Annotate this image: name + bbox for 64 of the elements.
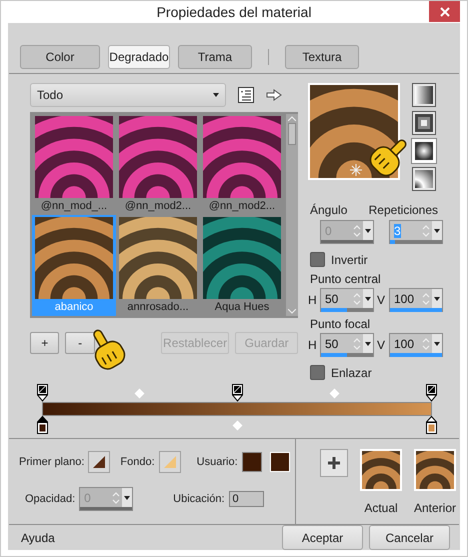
field-label: Ángulo	[310, 203, 348, 217]
plus-icon	[327, 456, 341, 470]
close-button[interactable]	[429, 1, 460, 22]
field-label: Fondo:	[120, 456, 155, 468]
field-label: Repeticiones	[368, 203, 438, 217]
axis-label: H	[308, 293, 317, 307]
tab[interactable]: Degradado	[108, 45, 170, 69]
arrow-right-icon[interactable]	[266, 89, 282, 101]
opacity-stop-icon[interactable]	[232, 384, 242, 402]
tab[interactable]: Textura	[285, 45, 359, 69]
opacity-stop-icon[interactable]	[37, 384, 48, 402]
dialog-button[interactable]: Cancelar	[369, 525, 450, 550]
axis-label: H	[308, 338, 317, 352]
midpoint-marker[interactable]	[329, 388, 340, 398]
opacity-stop-icon[interactable]	[426, 384, 437, 402]
caret-icon	[213, 93, 219, 97]
category-dropdown[interactable]: Todo	[30, 83, 226, 107]
gradient-style-button[interactable]	[412, 167, 436, 191]
field-label: Punto central	[309, 272, 382, 286]
scrollbar[interactable]	[286, 114, 298, 316]
gradient-item[interactable]: @nn_mod2...	[116, 114, 200, 215]
midpoint-marker[interactable]	[134, 388, 145, 398]
color-swatch[interactable]	[242, 452, 262, 472]
field-label: Usuario:	[196, 456, 238, 468]
list-view-icon[interactable]	[238, 87, 254, 103]
close-icon	[440, 6, 450, 16]
help-link[interactable]: Ayuda	[21, 530, 276, 544]
checkbox[interactable]	[310, 252, 325, 267]
gradient-item[interactable]: Aqua Hues	[200, 215, 284, 316]
number-spinner[interactable]: 100	[389, 333, 443, 357]
number-spinner[interactable]: 100	[389, 288, 443, 312]
checkbox[interactable]	[310, 365, 325, 380]
tab[interactable]: Color	[20, 45, 100, 69]
tab[interactable]: Trama	[178, 45, 252, 69]
background-swatch[interactable]	[158, 451, 181, 473]
preview-label: Actual	[364, 501, 398, 515]
field-label: Ubicación:	[173, 493, 225, 505]
field-label: Punto focal	[309, 317, 372, 331]
add-button[interactable]	[320, 449, 348, 477]
gradient-bar[interactable]	[42, 402, 432, 416]
midpoint-marker[interactable]	[232, 420, 242, 430]
foreground-swatch[interactable]	[88, 451, 110, 473]
gradient-style-button[interactable]	[412, 111, 436, 135]
gradient-item[interactable]: annrosado...	[116, 215, 200, 316]
gradient-style-button[interactable]	[412, 83, 436, 107]
axis-label: V	[377, 293, 386, 307]
color-stop-icon[interactable]	[37, 416, 48, 434]
location-field[interactable]: 0	[228, 491, 264, 507]
number-spinner[interactable]: 50	[320, 288, 374, 312]
gradient-item[interactable]: @nn_mod2...	[200, 114, 284, 215]
color-stop-icon[interactable]	[426, 416, 437, 434]
gallery-button[interactable]: -	[65, 332, 95, 354]
dialog-button[interactable]: Aceptar	[282, 525, 363, 550]
scroll-thumb[interactable]	[288, 123, 296, 145]
field-label: Opacidad:	[25, 493, 76, 505]
window-title: Propiedades del material	[156, 4, 312, 20]
field-label: Primer plano:	[19, 456, 84, 468]
gradient-item[interactable]: @nn_mod_...	[32, 114, 116, 215]
checkbox-label: Enlazar	[331, 366, 372, 380]
axis-label: V	[377, 338, 386, 352]
gallery-button[interactable]: +	[30, 332, 60, 354]
preview-label: Anterior	[414, 501, 456, 515]
checkbox-label: Invertir	[331, 252, 368, 266]
number-spinner[interactable]: 50	[320, 333, 374, 357]
